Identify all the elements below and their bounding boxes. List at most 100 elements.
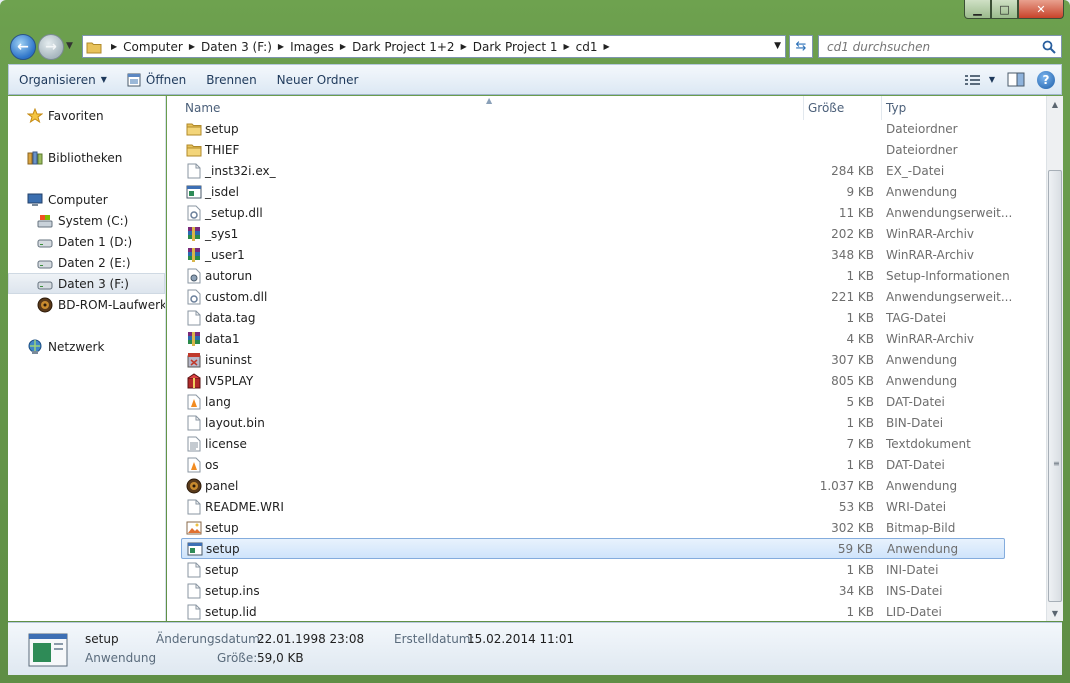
file-size: 9 KB — [846, 184, 874, 199]
dll-icon — [185, 204, 203, 222]
file-name: lang — [205, 394, 231, 409]
file-type: Textdokument — [886, 436, 971, 451]
file-name: _isdel — [205, 184, 239, 199]
file-row[interactable]: THIEF Dateiordner — [181, 139, 1005, 160]
window-controls: ▁ □ ✕ — [964, 0, 1064, 19]
file-row[interactable]: _setup.dll 11 KB Anwendungserweit... — [181, 202, 1012, 223]
folder-icon — [185, 141, 203, 159]
nav-network[interactable]: Netzwerk — [26, 336, 104, 357]
file-row[interactable]: setup Dateiordner — [181, 118, 1005, 139]
blank-icon — [185, 414, 203, 432]
organize-label: Organisieren — [19, 72, 96, 87]
breadcrumb-separator-icon[interactable]: ▶ — [105, 42, 123, 51]
file-row[interactable]: _isdel 9 KB Anwendung — [181, 181, 1005, 202]
address-row: ← → ▼ ▶ Computer ▶ Daten 3 (F:) ▶ Images ▶ Dark… — [8, 32, 1062, 60]
hard-drive-icon — [36, 254, 54, 272]
file-row[interactable]: license 7 KB Textdokument — [181, 433, 1005, 454]
column-size[interactable]: Größe — [803, 96, 881, 120]
file-type: WinRAR-Archiv — [886, 226, 975, 241]
file-row[interactable]: data1 4 KB WinRAR-Archiv — [181, 328, 1005, 349]
file-row[interactable]: lang 5 KB DAT-Datei — [181, 391, 1005, 412]
file-size: 1 KB — [846, 268, 874, 283]
maximize-button[interactable]: □ — [991, 0, 1018, 19]
file-row[interactable]: os 1 KB DAT-Datei — [181, 454, 1005, 475]
breadcrumb-separator-icon[interactable]: ▶ — [334, 42, 352, 51]
refresh-button[interactable]: ⇆ — [789, 35, 813, 58]
view-options-button[interactable]: ▼ — [964, 74, 995, 86]
breadcrumb-item[interactable]: Dark Project 1+2 — [352, 40, 455, 54]
search-input[interactable] — [819, 36, 1029, 57]
nav-drive-e[interactable]: Daten 2 (E:) — [36, 252, 131, 273]
breadcrumb-item[interactable]: Daten 3 (F:) — [201, 40, 272, 54]
scroll-up-icon[interactable]: ▲ — [1047, 96, 1063, 112]
breadcrumb-item[interactable]: cd1 — [576, 40, 598, 54]
file-size: 348 KB — [831, 247, 874, 262]
address-dropdown-icon[interactable]: ▼ — [774, 41, 781, 51]
file-name: setup — [206, 541, 240, 556]
back-button[interactable]: ← — [10, 34, 36, 60]
file-row[interactable]: setup.ins 34 KB INS-Datei — [181, 580, 1005, 601]
file-row[interactable]: panel 1.037 KB Anwendung — [181, 475, 1005, 496]
breadcrumb-separator-icon[interactable]: ▶ — [183, 42, 201, 51]
burn-button[interactable]: Brennen — [196, 65, 266, 94]
breadcrumb-separator-icon[interactable]: ▶ — [598, 42, 616, 51]
file-row[interactable]: _sys1 202 KB WinRAR-Archiv — [181, 223, 1005, 244]
file-list: Name ▲ Größe Typ setup Dateiordner THIEF Da… — [167, 96, 1046, 621]
breadcrumb-item[interactable]: Computer — [123, 40, 183, 54]
file-row[interactable]: setup 59 KB Anwendung — [181, 538, 1005, 559]
search-box[interactable] — [818, 35, 1062, 58]
open-label: Öffnen — [145, 72, 187, 87]
nav-favorites[interactable]: Favoriten — [26, 105, 104, 126]
nav-drive-bd[interactable]: BD-ROM-Laufwerk ( — [36, 294, 165, 315]
file-size: 302 KB — [831, 520, 874, 535]
open-button[interactable]: Öffnen — [117, 65, 196, 94]
recent-pages-dropdown[interactable]: ▼ — [66, 41, 73, 51]
help-button[interactable]: ? — [1037, 70, 1055, 89]
nav-libraries[interactable]: Bibliotheken — [26, 147, 122, 168]
search-icon[interactable] — [1041, 39, 1057, 55]
file-row[interactable]: README.WRI 53 KB WRI-Datei — [181, 496, 1005, 517]
file-row[interactable]: _user1 348 KB WinRAR-Archiv — [181, 244, 1005, 265]
nav-drive-c[interactable]: System (C:) — [36, 210, 128, 231]
file-name: setup.ins — [205, 583, 260, 598]
breadcrumb-separator-icon[interactable]: ▶ — [455, 42, 473, 51]
file-row[interactable]: setup.lid 1 KB LID-Datei — [181, 601, 1005, 621]
scroll-thumb[interactable]: ≡ — [1048, 170, 1062, 602]
column-type[interactable]: Typ — [881, 96, 1007, 120]
organize-menu[interactable]: Organisieren ▼ — [9, 65, 117, 94]
file-row[interactable]: setup 302 KB Bitmap-Bild — [181, 517, 1005, 538]
breadcrumb-separator-icon[interactable]: ▶ — [558, 42, 576, 51]
breadcrumb-item[interactable]: Images — [290, 40, 334, 54]
preview-pane-icon — [1007, 72, 1025, 87]
minimize-button[interactable]: ▁ — [964, 0, 991, 19]
file-row[interactable]: IV5PLAY 805 KB Anwendung — [181, 370, 1005, 391]
breadcrumb-separator-icon[interactable]: ▶ — [272, 42, 290, 51]
scroll-down-icon[interactable]: ▼ — [1047, 605, 1063, 621]
back-arrow-icon: ← — [17, 39, 29, 55]
file-row[interactable]: layout.bin 1 KB BIN-Datei — [181, 412, 1005, 433]
nav-drive-f[interactable]: Daten 3 (F:) — [8, 273, 165, 294]
file-row[interactable]: _inst32i.ex_ 284 KB EX_-Datei — [181, 160, 1005, 181]
forward-button[interactable]: → — [38, 34, 64, 60]
close-button[interactable]: ✕ — [1018, 0, 1064, 19]
file-row[interactable]: isuninst 307 KB Anwendung — [181, 349, 1005, 370]
file-row[interactable]: setup 1 KB INI-Datei — [181, 559, 1005, 580]
file-size: 1 KB — [846, 310, 874, 325]
nav-favorites-label: Favoriten — [48, 108, 104, 123]
file-size: 221 KB — [831, 289, 874, 304]
file-size: 53 KB — [838, 499, 874, 514]
breadcrumb-item[interactable]: Dark Project 1 — [473, 40, 558, 54]
vertical-scrollbar[interactable]: ▲ ≡ ▼ — [1046, 96, 1063, 621]
file-row[interactable]: custom.dll 221 KB Anwendungserweit... — [181, 286, 1012, 307]
app-icon — [186, 540, 204, 558]
file-row[interactable]: data.tag 1 KB TAG-Datei — [181, 307, 1005, 328]
blank-icon — [185, 561, 203, 579]
address-bar[interactable]: ▶ Computer ▶ Daten 3 (F:) ▶ Images ▶ Dark Proje… — [82, 35, 786, 58]
nav-computer[interactable]: Computer — [26, 189, 108, 210]
preview-pane-button[interactable] — [1007, 72, 1025, 87]
file-row[interactable]: autorun 1 KB Setup-Informationen — [181, 265, 1010, 286]
nav-drive-d[interactable]: Daten 1 (D:) — [36, 231, 132, 252]
file-name: layout.bin — [205, 415, 265, 430]
vlc-icon — [185, 456, 203, 474]
new-folder-button[interactable]: Neuer Ordner — [267, 65, 369, 94]
